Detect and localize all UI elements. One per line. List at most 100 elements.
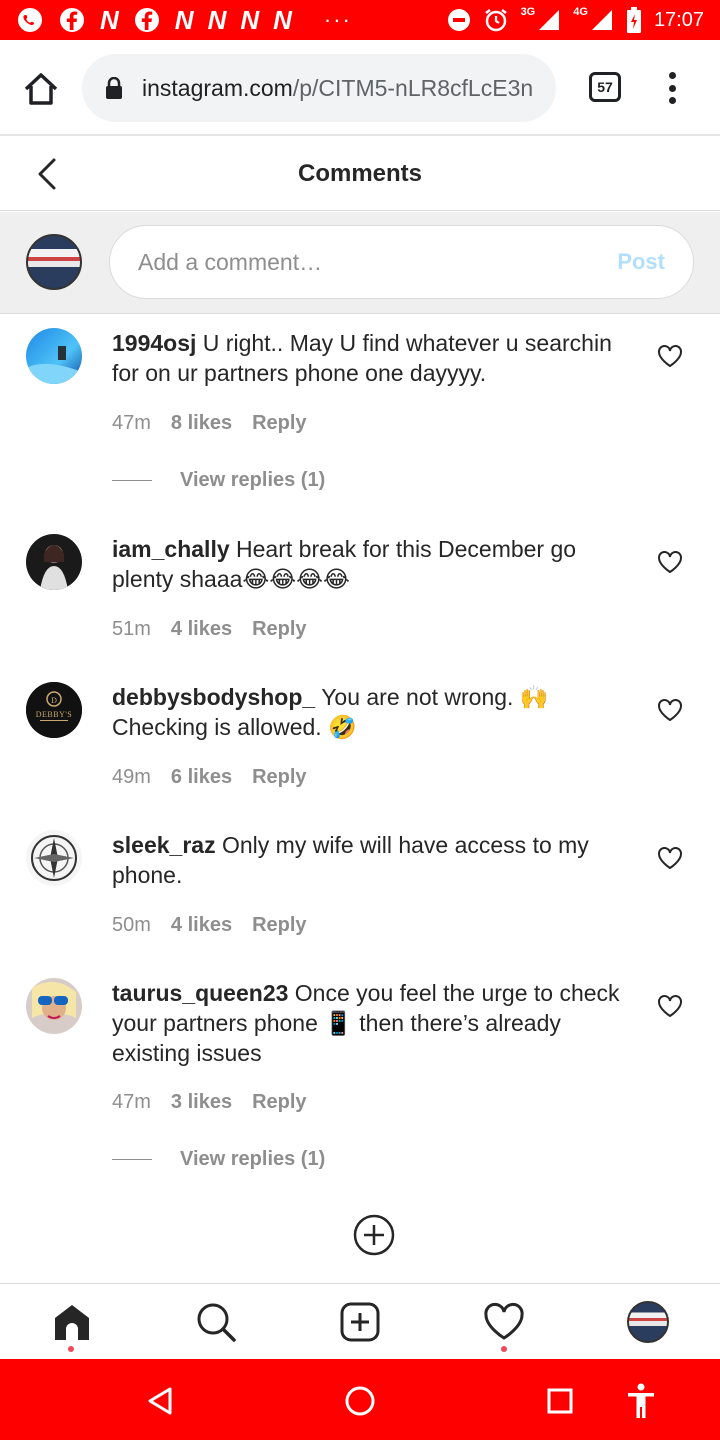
comment-time: 47m bbox=[112, 1091, 151, 1113]
new-post-icon[interactable] bbox=[338, 1300, 382, 1344]
comments-header: Comments bbox=[0, 137, 720, 211]
activity-heart-icon[interactable] bbox=[482, 1300, 526, 1344]
alarm-icon bbox=[483, 7, 509, 33]
comment-text: taurus_queen23 Once you feel the urge to… bbox=[112, 978, 632, 1068]
reply-button[interactable]: Reply bbox=[252, 914, 306, 937]
divider bbox=[112, 480, 152, 481]
url-path: /p/CITM5-nLR8cfLcE3n bbox=[292, 74, 534, 101]
whatsapp-icon bbox=[16, 6, 44, 34]
signal-icon bbox=[590, 8, 614, 32]
address-bar[interactable]: instagram.com/p/CITM5-nLR8cfLcE3n bbox=[82, 54, 556, 122]
news-app-icon: N bbox=[207, 5, 227, 35]
do-not-disturb-icon bbox=[447, 8, 471, 32]
network-4g-label: 4G bbox=[573, 6, 588, 18]
home-icon[interactable] bbox=[22, 70, 60, 108]
page-title: Comments bbox=[297, 159, 423, 187]
reply-button[interactable]: Reply bbox=[252, 412, 306, 435]
avatar bbox=[26, 234, 82, 290]
avatar[interactable] bbox=[26, 534, 82, 590]
comment-meta: 50m 4 likes Reply bbox=[112, 914, 307, 937]
reply-button[interactable]: Reply bbox=[252, 618, 306, 641]
avatar-logo-text: DEBBY'S bbox=[35, 709, 73, 719]
network-3g-label: 3G bbox=[520, 6, 536, 18]
view-replies-label: View replies (1) bbox=[180, 1148, 326, 1170]
avatar[interactable] bbox=[26, 328, 82, 384]
comment-input[interactable] bbox=[138, 248, 618, 276]
view-replies-button[interactable]: View replies (1) bbox=[112, 469, 325, 492]
comment-time: 49m bbox=[112, 766, 151, 788]
accessibility-icon[interactable] bbox=[621, 1381, 661, 1421]
heart-icon[interactable] bbox=[657, 698, 683, 722]
comment-username[interactable]: sleek_raz bbox=[112, 832, 216, 858]
more-notifications-icon: ··· bbox=[323, 7, 352, 32]
android-navigation-bar bbox=[0, 1359, 720, 1440]
comment-likes[interactable]: 4 likes bbox=[171, 618, 232, 641]
reply-button[interactable]: Reply bbox=[252, 766, 306, 789]
url-domain: instagram.com bbox=[142, 74, 293, 101]
comment-item: taurus_queen23 Once you feel the urge to… bbox=[0, 964, 720, 1174]
comment-username[interactable]: 1994osj bbox=[112, 330, 196, 356]
notification-dot bbox=[68, 1346, 74, 1352]
comment-likes[interactable]: 6 likes bbox=[171, 766, 232, 789]
post-button[interactable]: Post bbox=[617, 249, 665, 275]
home-circle-icon[interactable] bbox=[340, 1381, 380, 1421]
status-bar: N N N N N ··· 3G 4G 17:07 bbox=[0, 0, 720, 40]
search-icon[interactable] bbox=[194, 1300, 238, 1344]
comment-time: 47m bbox=[112, 412, 151, 434]
back-triangle-icon[interactable] bbox=[140, 1381, 180, 1421]
heart-icon[interactable] bbox=[657, 846, 683, 870]
comment-text: sleek_raz Only my wife will have access … bbox=[112, 830, 632, 890]
load-more-comments-icon[interactable] bbox=[353, 1214, 395, 1256]
lock-icon bbox=[106, 77, 122, 99]
news-app-icon: N bbox=[100, 5, 119, 35]
tab-switcher-button[interactable]: 57 bbox=[589, 72, 621, 102]
comment-meta: 49m 6 likes Reply bbox=[112, 766, 307, 789]
back-chevron-icon[interactable] bbox=[34, 157, 60, 191]
svg-text:D: D bbox=[51, 696, 57, 705]
view-replies-button[interactable]: View replies (1) bbox=[112, 1148, 325, 1171]
avatar bbox=[627, 1301, 669, 1343]
comment-composer: Post bbox=[0, 212, 720, 314]
comment-meta: 47m 8 likes Reply bbox=[112, 412, 307, 435]
notification-dot bbox=[501, 1346, 507, 1352]
view-replies-label: View replies (1) bbox=[180, 469, 326, 491]
profile-avatar[interactable] bbox=[626, 1300, 670, 1344]
heart-icon[interactable] bbox=[657, 994, 683, 1018]
comment-username[interactable]: taurus_queen23 bbox=[112, 980, 288, 1006]
comment-username[interactable]: debbysbodyshop_ bbox=[112, 684, 315, 710]
news-app-icon: N bbox=[240, 5, 260, 35]
signal-icon bbox=[537, 8, 561, 32]
comment-meta: 51m 4 likes Reply bbox=[112, 618, 307, 641]
browser-menu-icon[interactable] bbox=[664, 72, 680, 104]
avatar[interactable] bbox=[26, 978, 82, 1034]
comment-text: debbysbodyshop_ You are not wrong. 🙌 Che… bbox=[112, 682, 632, 742]
news-app-icon: N bbox=[174, 5, 194, 35]
comment-item: sleek_raz Only my wife will have access … bbox=[0, 816, 720, 944]
comment-likes[interactable]: 8 likes bbox=[171, 412, 232, 435]
heart-icon[interactable] bbox=[657, 344, 683, 368]
comment-item: D DEBBY'S debbysbodyshop_ You are not wr… bbox=[0, 668, 720, 796]
browser-toolbar: instagram.com/p/CITM5-nLR8cfLcE3n 57 bbox=[0, 40, 720, 136]
comment-input-wrapper: Post bbox=[109, 225, 694, 299]
comment-time: 51m bbox=[112, 618, 151, 640]
comment-time: 50m bbox=[112, 914, 151, 936]
heart-icon[interactable] bbox=[657, 550, 683, 574]
recents-square-icon[interactable] bbox=[540, 1381, 580, 1421]
facebook-icon bbox=[133, 6, 161, 34]
comment-likes[interactable]: 3 likes bbox=[171, 1091, 232, 1114]
comment-item: 1994osj U right.. May U find whatever u … bbox=[0, 314, 720, 494]
comment-item: iam_chally Heart break for this December… bbox=[0, 520, 720, 648]
comment-text: 1994osj U right.. May U find whatever u … bbox=[112, 328, 632, 388]
avatar[interactable] bbox=[26, 830, 82, 886]
reply-button[interactable]: Reply bbox=[252, 1091, 306, 1114]
comment-text: iam_chally Heart break for this December… bbox=[112, 534, 632, 594]
home-icon[interactable] bbox=[50, 1300, 94, 1344]
comment-likes[interactable]: 4 likes bbox=[171, 914, 232, 937]
avatar[interactable]: D DEBBY'S bbox=[26, 682, 82, 738]
battery-charging-icon bbox=[626, 7, 642, 33]
comment-username[interactable]: iam_chally bbox=[112, 536, 230, 562]
facebook-icon bbox=[58, 6, 86, 34]
news-app-icon: N bbox=[273, 5, 292, 35]
comment-meta: 47m 3 likes Reply bbox=[112, 1091, 307, 1114]
instagram-bottom-nav bbox=[0, 1283, 720, 1359]
